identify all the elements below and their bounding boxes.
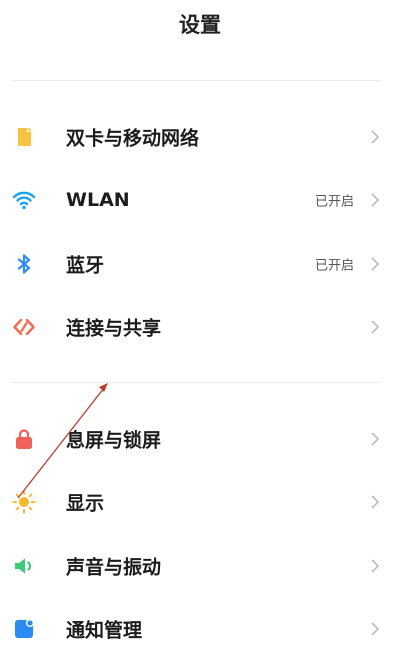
- settings-item-label: 声音与振动: [66, 556, 162, 579]
- settings-item-lock-screen[interactable]: 息屏与锁屏: [0, 409, 400, 469]
- settings-item-label: 显示: [66, 492, 105, 515]
- settings-item-label: WLAN: [66, 189, 130, 211]
- sim-card-icon: [12, 125, 36, 149]
- chevron-right-icon: [370, 319, 380, 335]
- settings-item-display[interactable]: 显示: [0, 472, 400, 532]
- speaker-icon: [12, 554, 36, 578]
- settings-item-sound[interactable]: 声音与振动: [0, 536, 400, 596]
- lock-icon: [12, 427, 36, 451]
- sun-icon: [12, 490, 36, 514]
- settings-item-connection-share[interactable]: 连接与共享: [0, 297, 400, 357]
- bluetooth-icon: [12, 252, 36, 276]
- chevron-right-icon: [370, 192, 380, 208]
- settings-item-status: 已开启: [314, 258, 354, 274]
- settings-item-label: 连接与共享: [66, 317, 162, 340]
- chevron-right-icon: [370, 621, 380, 637]
- connection-share-icon: [12, 315, 36, 339]
- settings-item-dual-sim[interactable]: 双卡与移动网络: [0, 107, 400, 167]
- chevron-right-icon: [370, 129, 380, 145]
- divider: [12, 382, 382, 383]
- settings-item-label: 蓝牙: [66, 254, 105, 277]
- settings-item-status: 已开启: [314, 194, 354, 210]
- page-title: 设置: [179, 13, 221, 37]
- wifi-icon: [12, 188, 36, 212]
- settings-item-wlan[interactable]: WLAN 已开启: [0, 170, 400, 230]
- chevron-right-icon: [370, 558, 380, 574]
- chevron-right-icon: [370, 256, 380, 272]
- settings-screen: 设置 双卡与移动网络 WLAN 已开启 蓝牙 已开启 连接与共享 息屏与锁屏 显…: [0, 0, 400, 658]
- chevron-right-icon: [370, 431, 380, 447]
- settings-item-bluetooth[interactable]: 蓝牙 已开启: [0, 234, 400, 294]
- settings-item-notifications[interactable]: 通知管理: [0, 599, 400, 659]
- divider: [12, 80, 382, 81]
- settings-item-label: 息屏与锁屏: [66, 429, 162, 452]
- chevron-right-icon: [370, 494, 380, 510]
- settings-item-label: 双卡与移动网络: [66, 127, 200, 150]
- notification-icon: [12, 617, 36, 641]
- settings-item-label: 通知管理: [66, 619, 143, 642]
